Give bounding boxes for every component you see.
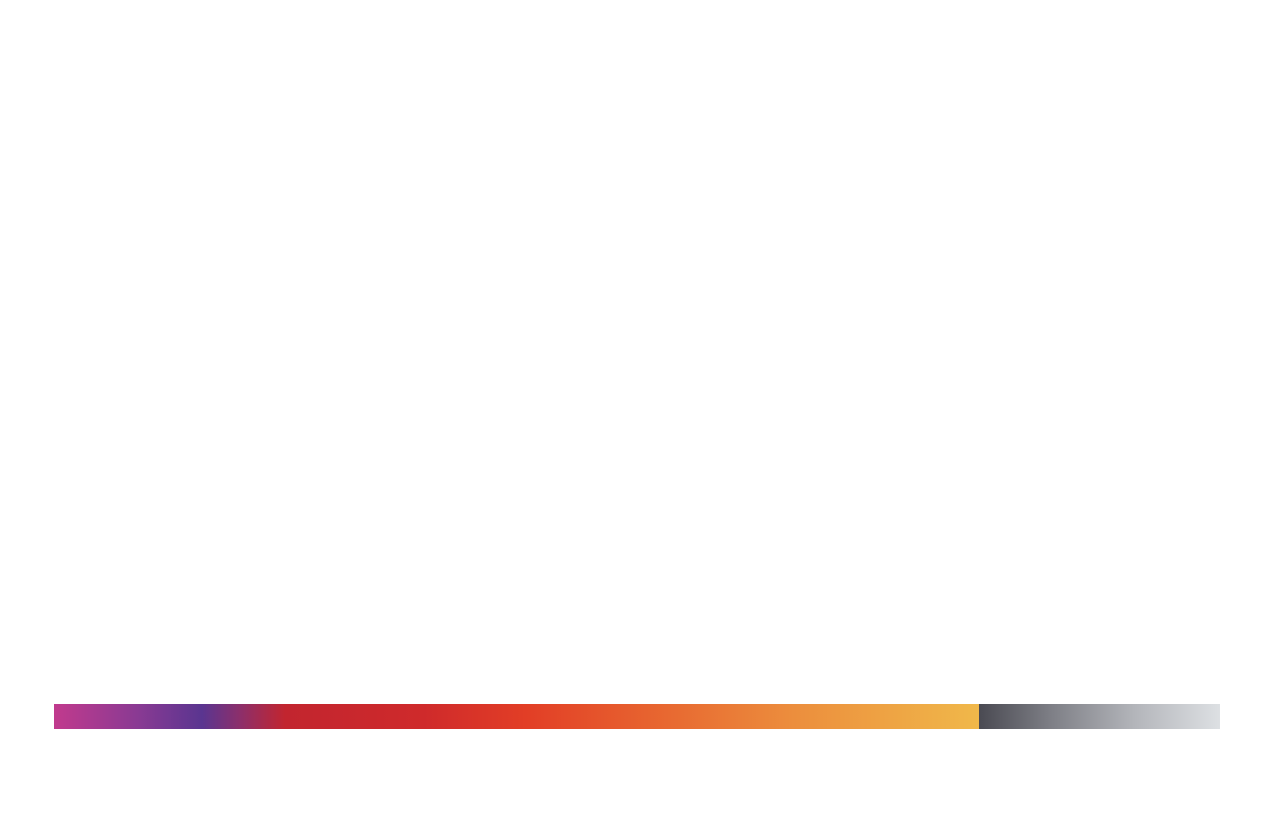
color-gradient-segment bbox=[54, 704, 979, 729]
gray-gradient-segment bbox=[979, 704, 1220, 729]
blank-page bbox=[0, 0, 1280, 832]
decorative-gradient-stripe bbox=[54, 704, 1220, 729]
